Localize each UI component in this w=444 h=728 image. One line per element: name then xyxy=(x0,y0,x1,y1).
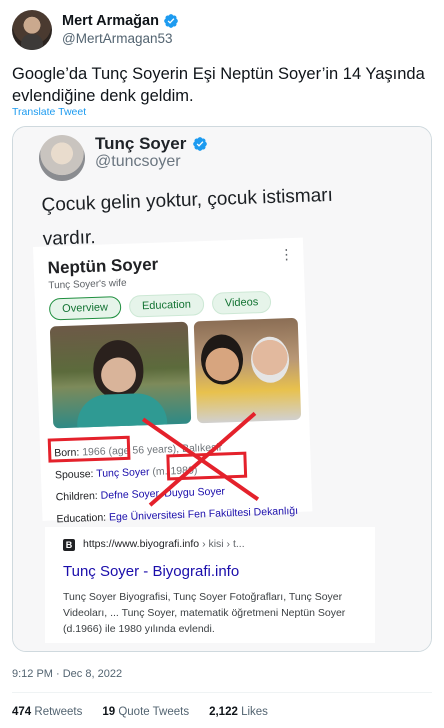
likes-label: Likes xyxy=(241,706,268,718)
retweets-count: 474 xyxy=(12,706,32,718)
couple-photo xyxy=(193,317,302,424)
inner-tweet-avatar xyxy=(39,135,85,181)
search-result-card: B https://www.biyografi.info › kisi › t.… xyxy=(45,527,375,643)
inner-verified-badge-icon xyxy=(193,137,208,151)
likes-stat[interactable]: 2,122 Likes xyxy=(209,706,268,718)
translate-tweet-link[interactable]: Translate Tweet xyxy=(12,106,86,118)
knowledge-panel-subtitle: Tunç Soyer's wife xyxy=(48,277,127,292)
tweet-timestamp[interactable]: 9:12 PM · Dec 8, 2022 xyxy=(12,668,122,680)
knowledge-panel: Neptün Soyer Tunç Soyer's wife ⋮ Overvie… xyxy=(33,237,313,525)
embedded-screenshot: Tunç Soyer @tuncsoyer Çocuk gelin yoktur… xyxy=(13,127,431,651)
verified-badge-icon xyxy=(164,14,178,28)
likes-count: 2,122 xyxy=(209,706,238,718)
tweet-stats: 474 Retweets 19 Quote Tweets 2,122 Likes xyxy=(12,706,268,718)
fact-education-value: Ege Üniversitesi Fen Fakültesi Dekanlığı xyxy=(108,504,299,524)
quote-tweets-count: 19 xyxy=(102,706,116,718)
red-highlight-box-born xyxy=(47,435,131,463)
fact-education-label: Education: xyxy=(56,511,107,526)
inner-tweet-handle: @tuncsoyer xyxy=(95,153,181,170)
inner-tweet-name-row: Tunç Soyer xyxy=(95,134,208,154)
chip-education: Education xyxy=(128,293,205,318)
search-result-url: https://www.biyografi.info › kisi › t... xyxy=(83,538,245,550)
search-result-url-path: › kisi › t... xyxy=(202,538,245,550)
tweet-media-image[interactable]: Tunç Soyer @tuncsoyer Çocuk gelin yoktur… xyxy=(12,126,432,652)
divider xyxy=(12,692,432,693)
retweets-label: Retweets xyxy=(34,706,83,718)
author-avatar[interactable] xyxy=(12,10,52,50)
knowledge-panel-title: Neptün Soyer xyxy=(47,254,159,278)
quote-tweets-label: Quote Tweets xyxy=(118,706,190,718)
red-cross-mark-icon xyxy=(141,411,260,507)
portrait-photo xyxy=(49,321,192,429)
tweet-header: Mert Armağan @MertArmagan53 xyxy=(12,10,432,50)
fact-spouse-label: Spouse: xyxy=(54,468,94,482)
tweet-text: Google’da Tunç Soyerin Eşi Neptün Soyer’… xyxy=(12,65,425,105)
site-favicon: B xyxy=(63,539,75,551)
knowledge-panel-chips: Overview Education Videos xyxy=(48,290,272,321)
chip-overview: Overview xyxy=(48,295,122,321)
more-options-icon: ⋮ xyxy=(279,245,294,263)
retweets-stat[interactable]: 474 Retweets xyxy=(12,706,82,718)
inner-tweet-display-name: Tunç Soyer xyxy=(95,134,187,153)
chip-videos: Videos xyxy=(211,290,272,315)
search-result-url-domain: https://www.biyografi.info xyxy=(83,538,200,550)
search-result-snippet: Tunç Soyer Biyografisi, Tunç Soyer Fotoğ… xyxy=(63,591,346,635)
quote-tweets-stat[interactable]: 19 Quote Tweets xyxy=(102,706,189,718)
author-handle[interactable]: @MertArmagan53 xyxy=(62,31,173,46)
author-name-row: Mert Armağan xyxy=(62,13,179,29)
fact-children-label: Children: xyxy=(55,489,98,504)
author-display-name[interactable]: Mert Armağan xyxy=(62,13,159,29)
search-result-title: Tunç Soyer - Biyografi.info xyxy=(63,563,240,580)
